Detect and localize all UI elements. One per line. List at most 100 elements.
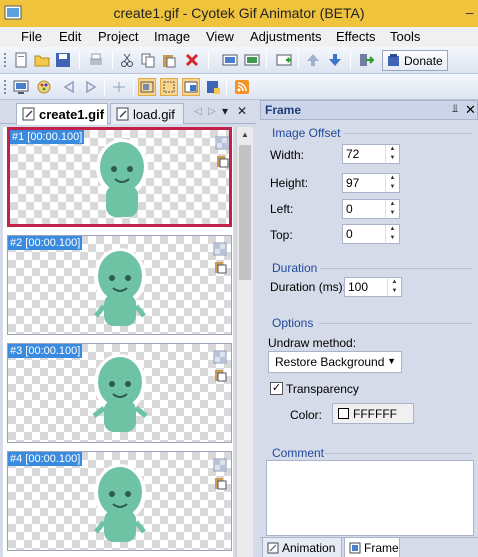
- toolbar-separator: [208, 51, 209, 69]
- palette-icon[interactable]: [35, 78, 53, 96]
- character-image: [94, 248, 146, 326]
- frame-properties-icon[interactable]: [215, 154, 229, 168]
- transparency-icon[interactable]: [215, 136, 229, 150]
- spin-up-icon[interactable]: ▲: [388, 278, 401, 287]
- donate-button[interactable]: Donate: [382, 50, 448, 71]
- frames-icon[interactable]: [221, 51, 239, 69]
- top-spinner[interactable]: 0 ▲ ▼: [342, 224, 400, 244]
- toolbar-grip[interactable]: [3, 52, 7, 68]
- preview-icon[interactable]: [12, 78, 30, 96]
- close-panel-icon[interactable]: ✕: [465, 102, 476, 118]
- scroll-up-icon[interactable]: ▲: [237, 127, 253, 143]
- image-offset-group-label: Image Offset: [272, 126, 341, 140]
- undraw-method-select[interactable]: Restore Background ▼: [268, 351, 402, 373]
- window-title: create1.gif - Cyotek Gif Animator (BETA): [113, 5, 365, 21]
- spin-up-icon[interactable]: ▲: [386, 200, 399, 209]
- duration-spinner[interactable]: 100 ▲ ▼: [344, 277, 402, 297]
- new-icon[interactable]: [12, 51, 30, 69]
- main-toolbar: Donate: [0, 47, 478, 74]
- previous-icon[interactable]: [60, 78, 78, 96]
- copy-icon[interactable]: [139, 51, 157, 69]
- frame-properties-icon[interactable]: [213, 260, 227, 274]
- move-down-icon[interactable]: [326, 51, 344, 69]
- transparency-icon[interactable]: [213, 458, 227, 472]
- next-icon[interactable]: [82, 78, 100, 96]
- height-label: Height:: [270, 176, 309, 190]
- spin-down-icon[interactable]: ▼: [386, 234, 399, 243]
- close-document-icon[interactable]: ✕: [237, 104, 247, 118]
- tab-scroll-right-icon[interactable]: ▷: [208, 106, 216, 117]
- frame-thumbnail[interactable]: #3 [00:00.100]: [7, 343, 232, 443]
- menu-view[interactable]: View: [206, 29, 234, 44]
- undraw-method-label: Undraw method:: [268, 336, 357, 350]
- frame-export-icon[interactable]: [243, 51, 261, 69]
- menu-file[interactable]: File: [21, 29, 42, 44]
- save-frame-icon[interactable]: [204, 78, 222, 96]
- frame-list[interactable]: #1 [00:00.100] #2 [00:00.100] #3 [00:00.…: [3, 127, 233, 557]
- panel-body: Image Offset Width: 72 ▲ ▼ Height: 97 ▲ ▼ …: [262, 122, 476, 536]
- width-spinner[interactable]: 72 ▲ ▼: [342, 144, 400, 164]
- menu-effects[interactable]: Effects: [336, 29, 376, 44]
- minimize-button[interactable]: –: [461, 3, 478, 23]
- goto-icon[interactable]: [357, 51, 375, 69]
- frame-thumbnail[interactable]: #1 [00:00.100]: [7, 127, 232, 227]
- toolbar-grip[interactable]: [3, 79, 7, 95]
- spin-down-icon[interactable]: ▼: [386, 154, 399, 163]
- save-icon[interactable]: [54, 51, 72, 69]
- spin-down-icon[interactable]: ▼: [388, 287, 401, 296]
- spin-down-icon[interactable]: ▼: [386, 209, 399, 218]
- tab-load[interactable]: load.gif: [110, 103, 184, 124]
- frame-thumbnail[interactable]: #2 [00:00.100]: [7, 235, 232, 335]
- delete-icon[interactable]: [183, 51, 201, 69]
- tab-scroll-left-icon[interactable]: ◁: [194, 106, 202, 117]
- add-frame-icon[interactable]: [275, 51, 293, 69]
- scrollbar-thumb[interactable]: [239, 145, 251, 280]
- tab-animation[interactable]: Animation: [262, 538, 342, 557]
- spin-up-icon[interactable]: ▲: [386, 145, 399, 154]
- menu-tools[interactable]: Tools: [390, 29, 420, 44]
- tab-create1[interactable]: create1.gif: [16, 103, 108, 125]
- open-icon[interactable]: [33, 51, 51, 69]
- chevron-down-icon: ▼: [387, 356, 396, 366]
- menu-image[interactable]: Image: [154, 29, 190, 44]
- spin-up-icon[interactable]: ▲: [386, 225, 399, 234]
- frame-label: #1 [00:00.100]: [10, 130, 85, 144]
- duration-label: Duration (ms):: [270, 280, 347, 294]
- character-image: [94, 464, 146, 542]
- toolbar-separator: [79, 51, 80, 69]
- transparency-icon[interactable]: [213, 242, 227, 256]
- select-icon[interactable]: [160, 78, 178, 96]
- frame-thumbnail[interactable]: #4 [00:00.100]: [7, 451, 232, 551]
- spin-down-icon[interactable]: ▼: [386, 183, 399, 192]
- menu-adjustments[interactable]: Adjustments: [250, 29, 322, 44]
- frame-label: #4 [00:00.100]: [8, 452, 83, 466]
- tab-frame[interactable]: Frame: [344, 538, 400, 557]
- comment-textarea[interactable]: [266, 460, 474, 536]
- split-icon[interactable]: [110, 78, 128, 96]
- frame-properties-icon[interactable]: [213, 476, 227, 490]
- duration-value: 100: [348, 280, 369, 294]
- cut-icon[interactable]: [118, 51, 136, 69]
- rss-icon[interactable]: [233, 78, 251, 96]
- frame-list-scrollbar[interactable]: ▲: [236, 127, 253, 557]
- toolbar-separator: [104, 78, 105, 96]
- character-image: [96, 139, 148, 217]
- paste-icon[interactable]: [160, 51, 178, 69]
- menu-project[interactable]: Project: [98, 29, 138, 44]
- transparency-icon[interactable]: [213, 350, 227, 364]
- comment-group-label: Comment: [272, 446, 325, 460]
- menu-edit[interactable]: Edit: [59, 29, 81, 44]
- color-picker[interactable]: FFFFFF: [332, 403, 414, 424]
- spin-up-icon[interactable]: ▲: [386, 174, 399, 183]
- move-up-icon[interactable]: [304, 51, 322, 69]
- crop-icon[interactable]: [182, 78, 200, 96]
- tab-list-icon[interactable]: ▾: [222, 104, 228, 118]
- print-icon[interactable]: [87, 51, 105, 69]
- height-spinner[interactable]: 97 ▲ ▼: [342, 173, 400, 193]
- left-spinner[interactable]: 0 ▲ ▼: [342, 199, 400, 219]
- pin-icon[interactable]: ⫫: [452, 103, 458, 116]
- document-tabs: create1.gif load.gif ◁ ▷ ▾ ✕: [0, 100, 256, 125]
- frame-properties-icon[interactable]: [213, 368, 227, 382]
- fit-icon[interactable]: [138, 78, 156, 96]
- transparency-checkbox[interactable]: ✓: [270, 382, 283, 395]
